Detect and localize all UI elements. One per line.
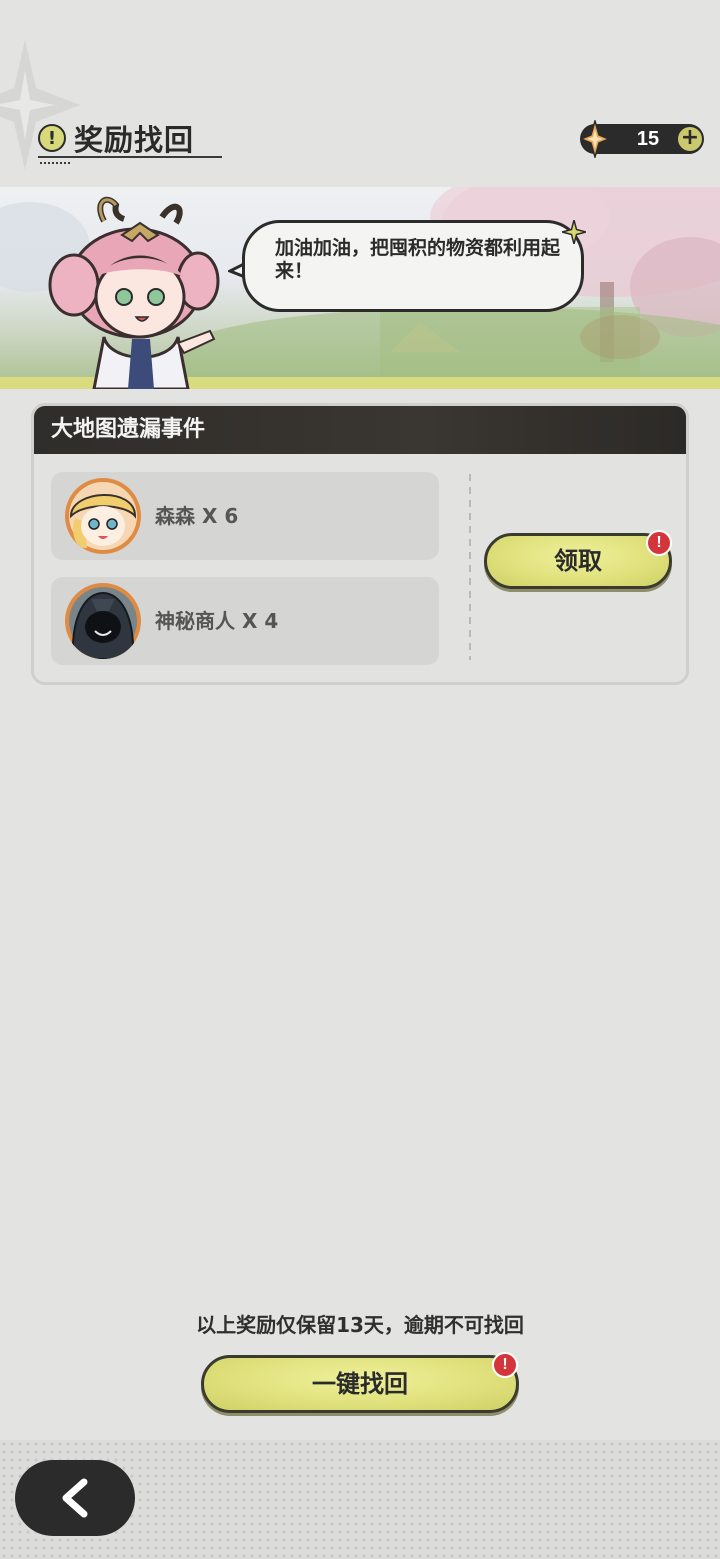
sparkle-icon bbox=[562, 220, 586, 244]
alert-badge: ! bbox=[492, 1352, 518, 1378]
star-gem-icon bbox=[580, 120, 610, 158]
title-underline bbox=[38, 156, 222, 158]
expiry-notice: 以上奖励仅保留13天，逾期不可找回 bbox=[196, 1313, 524, 1337]
banner: 加油加油，把囤积的物资都利用起来！ bbox=[0, 187, 720, 389]
add-currency-button[interactable]: + bbox=[678, 127, 702, 151]
dashed-divider bbox=[469, 474, 471, 660]
speech-bubble: 加油加油，把囤积的物资都利用起来！ bbox=[242, 220, 584, 312]
currency-counter: 15 + bbox=[580, 120, 704, 158]
event-label: 森森 X 6 bbox=[155, 504, 239, 528]
currency-amount: 15 bbox=[636, 127, 660, 150]
alert-badge: ! bbox=[646, 530, 672, 556]
page-title: ! 奖励找回 bbox=[38, 116, 194, 160]
title-dots bbox=[40, 162, 72, 164]
one-key-recover-button[interactable]: 一键找回 bbox=[201, 1355, 519, 1413]
hooded-merchant-avatar bbox=[65, 583, 141, 659]
list-item: 神秘商人 X 4 bbox=[51, 577, 439, 665]
mascot-character bbox=[48, 196, 220, 389]
chevron-left-icon bbox=[62, 1478, 88, 1518]
claim-button[interactable]: 领取 bbox=[484, 533, 672, 589]
event-label: 神秘商人 X 4 bbox=[155, 609, 279, 633]
blonde-character-avatar bbox=[65, 478, 141, 554]
back-button[interactable] bbox=[15, 1460, 135, 1536]
card-title: 大地图遗漏事件 bbox=[34, 406, 686, 454]
page-title-text: 奖励找回 bbox=[74, 123, 195, 157]
exclamation-icon: ! bbox=[38, 124, 66, 152]
list-item: 森森 X 6 bbox=[51, 472, 439, 560]
